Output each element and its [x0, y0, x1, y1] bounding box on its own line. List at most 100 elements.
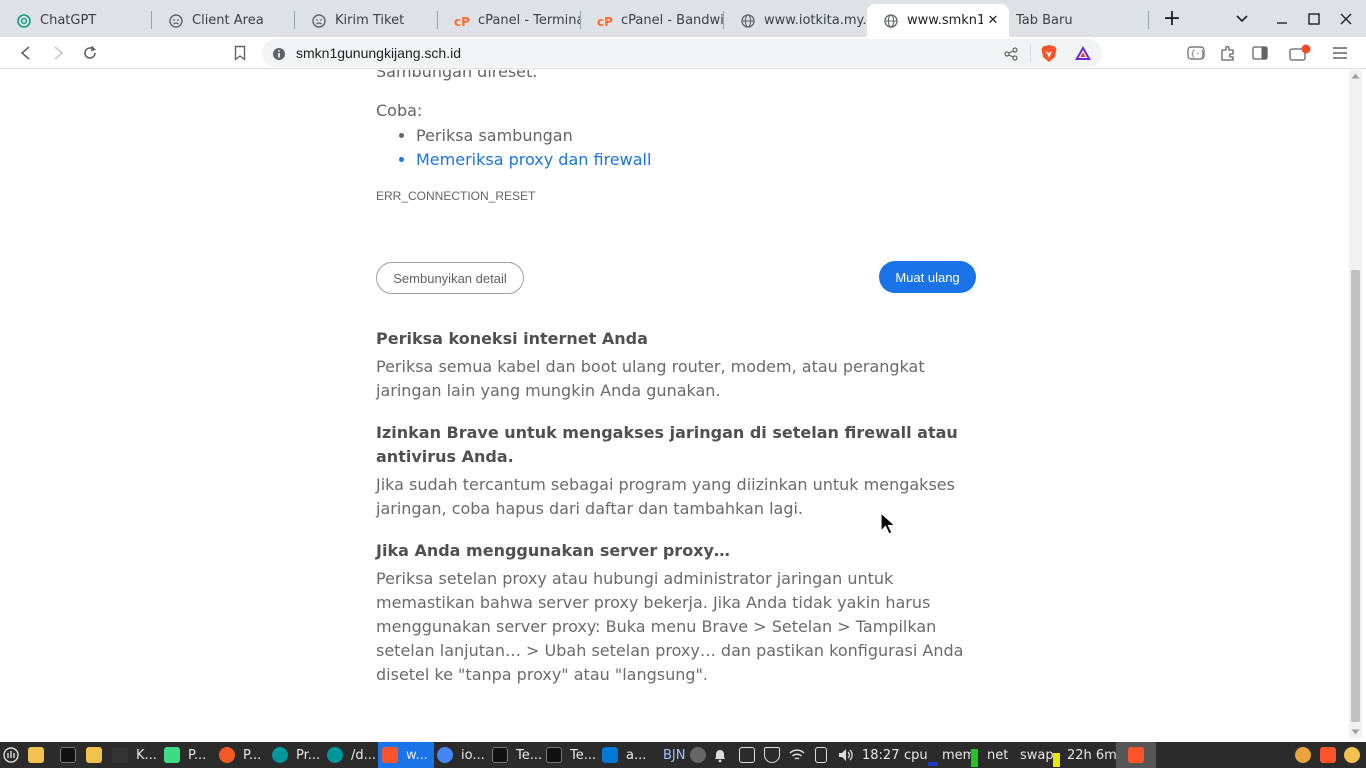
scroll-up-arrow-icon[interactable]: [1351, 73, 1360, 79]
scrollbar-thumb[interactable]: [1351, 270, 1360, 722]
terminal-icon: [546, 747, 562, 763]
taskbar-app-4[interactable]: /d...: [327, 742, 376, 768]
taskbar-app-1[interactable]: P...: [164, 742, 206, 768]
section-title-firewall: Izinkan Brave untuk mengakses jaringan d…: [376, 423, 958, 466]
taskbar-app-2[interactable]: P...: [219, 742, 261, 768]
tab-cpanel-bandwidth[interactable]: cP cPanel - Bandwidt: [581, 4, 723, 37]
uptime: 22h 6m: [1067, 747, 1117, 763]
tray-app-icon-2[interactable]: [1344, 742, 1360, 768]
folder-launcher-icon[interactable]: [28, 742, 44, 768]
taskbar-app-3[interactable]: Pr...: [272, 742, 320, 768]
reload-button[interactable]: Muat ulang: [879, 261, 976, 293]
tab-separator: [1148, 11, 1149, 29]
taskbar-app-7[interactable]: Te...: [492, 742, 542, 768]
section-body-internet: Periksa semua kabel dan boot ulang route…: [376, 357, 925, 400]
share-icon[interactable]: [1004, 46, 1018, 65]
clipboard-icon[interactable]: [739, 742, 755, 768]
svg-text:cP: cP: [454, 15, 470, 27]
clock[interactable]: 18:27: [862, 742, 899, 768]
system-taskbar: K... P... P... Pr... /d... w... io... Te…: [0, 742, 1366, 768]
hide-details-button[interactable]: Sembunyikan detail: [376, 262, 524, 294]
arduino-icon: [327, 747, 343, 763]
bookmark-icon[interactable]: [228, 41, 252, 65]
maximize-icon[interactable]: [1298, 0, 1330, 37]
browser-toolbar: smkn1gunungkijang.sch.id {·}: [0, 37, 1366, 69]
tab-title: www.iotkita.my.id: [764, 13, 866, 28]
tray-app-icon[interactable]: [1295, 742, 1311, 768]
page-scrollbar[interactable]: [1349, 70, 1362, 738]
taskbar-app-6[interactable]: io...: [437, 742, 485, 768]
brave-tray-icon[interactable]: [1116, 742, 1156, 768]
brave-wallet-icon[interactable]: [1288, 41, 1312, 65]
taskbar-app-label: Pr...: [296, 747, 321, 763]
taskbar-app-5-active[interactable]: w...: [378, 742, 434, 768]
tab-title: Tab Baru: [1016, 13, 1073, 28]
battery-icon[interactable]: [815, 742, 827, 768]
keyboard-layout-indicator[interactable]: BJN: [663, 742, 685, 768]
taskbar-app-label: Te...: [570, 747, 597, 763]
tab-title: Client Area: [192, 13, 264, 28]
pen-icon: [219, 747, 235, 763]
notification-bell-icon[interactable]: [713, 742, 727, 768]
tab-title: www.smkn1g: [907, 13, 983, 28]
try-label: Coba:: [376, 101, 423, 120]
shield-icon[interactable]: [764, 742, 780, 768]
sad-face-icon: [168, 13, 184, 29]
tab-title: ChatGPT: [40, 13, 97, 28]
scroll-down-arrow-icon[interactable]: [1351, 729, 1360, 735]
tab-chatgpt[interactable]: ChatGPT: [0, 4, 150, 37]
bluetooth-icon[interactable]: [690, 742, 706, 768]
section-body-proxy: Periksa setelan proxy atau hubungi admin…: [376, 569, 964, 684]
taskbar-app-label: a...: [626, 747, 647, 763]
mouse-cursor-icon: [880, 512, 897, 535]
volume-icon[interactable]: [838, 742, 854, 768]
taskbar-app-0[interactable]: K...: [112, 742, 157, 768]
taskbar-app-9[interactable]: a...: [602, 742, 646, 768]
close-window-icon[interactable]: [1330, 0, 1362, 37]
taskbar-app-label: w...: [406, 747, 428, 763]
brave-tray-icon-2[interactable]: [1320, 742, 1336, 768]
tab-kirim-tiket[interactable]: Kirim Tiket: [295, 4, 437, 37]
address-bar[interactable]: smkn1gunungkijang.sch.id: [262, 39, 1102, 67]
forward-icon[interactable]: [46, 41, 70, 65]
back-icon[interactable]: [14, 41, 38, 65]
tab-new-tab[interactable]: Tab Baru: [1000, 4, 1145, 37]
terminal-launcher-icon[interactable]: [60, 742, 76, 768]
section-title-proxy: Jika Anda menggunakan server proxy…: [376, 541, 730, 560]
sidebar-toggle-icon[interactable]: [1248, 41, 1272, 65]
error-page: Sambungan direset. Coba: Periksa sambung…: [4, 70, 1349, 738]
taskbar-app-label: K...: [136, 747, 157, 763]
new-tab-plus-icon[interactable]: +: [1156, 0, 1188, 37]
error-summary-text: Sambungan direset.: [376, 70, 538, 81]
tab-title: Kirim Tiket: [335, 13, 405, 28]
tab-title: cPanel - Bandwidt: [621, 13, 723, 28]
brave-rewards-icon[interactable]: [1074, 44, 1092, 66]
cpanel-icon: cP: [597, 13, 613, 29]
svg-text:{·}: {·}: [1191, 49, 1205, 58]
cpu-monitor-graph: [928, 742, 938, 768]
chrome-icon: [437, 747, 453, 763]
extensions-puzzle-icon[interactable]: [1216, 41, 1240, 65]
files-launcher-icon[interactable]: [86, 742, 102, 768]
menu-hamburger-icon[interactable]: [1328, 41, 1352, 65]
tab-smkn1-active[interactable]: www.smkn1g ✕: [867, 4, 1009, 37]
url-text[interactable]: smkn1gunungkijang.sch.id: [296, 45, 461, 61]
vscode-icon: [602, 747, 618, 763]
tab-search-chevron-icon[interactable]: [1226, 0, 1258, 37]
site-info-icon[interactable]: [272, 46, 286, 65]
taskbar-app-label: P...: [188, 747, 207, 763]
tab-cpanel-terminal[interactable]: cP cPanel - Terminal: [438, 4, 580, 37]
brave-shields-icon[interactable]: [1040, 44, 1058, 67]
tab-strip: ChatGPT Client Area Kirim Tiket cP cPane…: [0, 0, 1366, 37]
extension-code-icon[interactable]: {·}: [1184, 41, 1208, 65]
tab-client-area[interactable]: Client Area: [152, 4, 294, 37]
start-menu-icon[interactable]: [3, 742, 19, 768]
minimize-icon[interactable]: [1266, 0, 1298, 37]
reload-icon[interactable]: [78, 41, 102, 65]
wifi-icon[interactable]: [789, 742, 805, 768]
tab-iotkita[interactable]: www.iotkita.my.id: [724, 4, 866, 37]
suggestion-proxy-firewall-link[interactable]: Memeriksa proxy dan firewall: [416, 148, 651, 172]
mem-monitor-graph: [971, 742, 978, 768]
taskbar-app-8[interactable]: Te...: [546, 742, 596, 768]
error-code: ERR_CONNECTION_RESET: [376, 189, 536, 203]
